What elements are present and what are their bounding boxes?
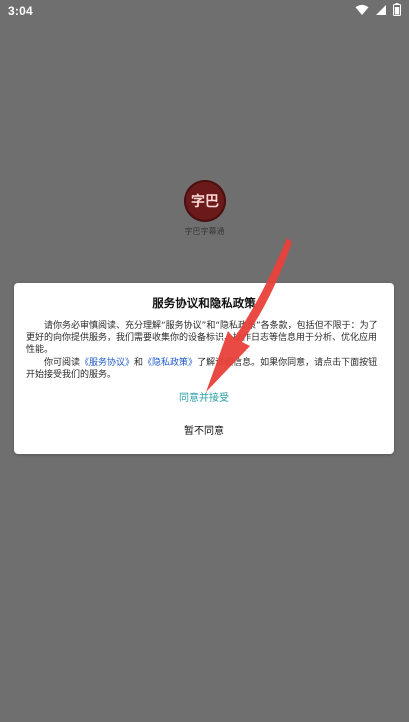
agree-button[interactable]: 同意并接受 <box>14 390 394 408</box>
privacy-dialog: 服务协议和隐私政策 请你务必审慎阅读、充分理解“服务协议”和“隐私政策”各条款，… <box>14 283 394 454</box>
dialog-paragraph-1: 请你务必审慎阅读、充分理解“服务协议”和“隐私政策”各条款，包括但不限于：为了更… <box>26 321 378 356</box>
privacy-policy-link[interactable]: 《隐私政策》 <box>143 358 197 368</box>
status-icons <box>355 3 401 16</box>
battery-icon <box>393 3 401 16</box>
wifi-icon <box>355 4 369 16</box>
service-agreement-link[interactable]: 《服务协议》 <box>80 358 134 368</box>
dialog-title: 服务协议和隐私政策 <box>152 296 256 310</box>
paragraph2-and: 和 <box>134 357 144 368</box>
app-logo-text: 字巴 <box>191 194 219 210</box>
status-bar: 3:04 <box>0 0 409 24</box>
paragraph2-prefix: 你可阅读 <box>44 357 81 368</box>
app-logo: 字巴 <box>184 180 226 222</box>
dialog-body: 请你务必审慎阅读、充分理解“服务协议”和“隐私政策”各条款，包括但不限于：为了更… <box>26 320 382 381</box>
app-name: 字巴字幕通 <box>184 227 225 236</box>
dialog-paragraph-2: 你可阅读《服务协议》和《隐私政策》了解详细信息。如果你同意，请点击下面按钮开始接… <box>26 357 382 381</box>
status-time: 3:04 <box>8 4 33 18</box>
cellular-signal-icon <box>375 4 387 16</box>
disagree-button[interactable]: 暂不同意 <box>14 423 394 441</box>
